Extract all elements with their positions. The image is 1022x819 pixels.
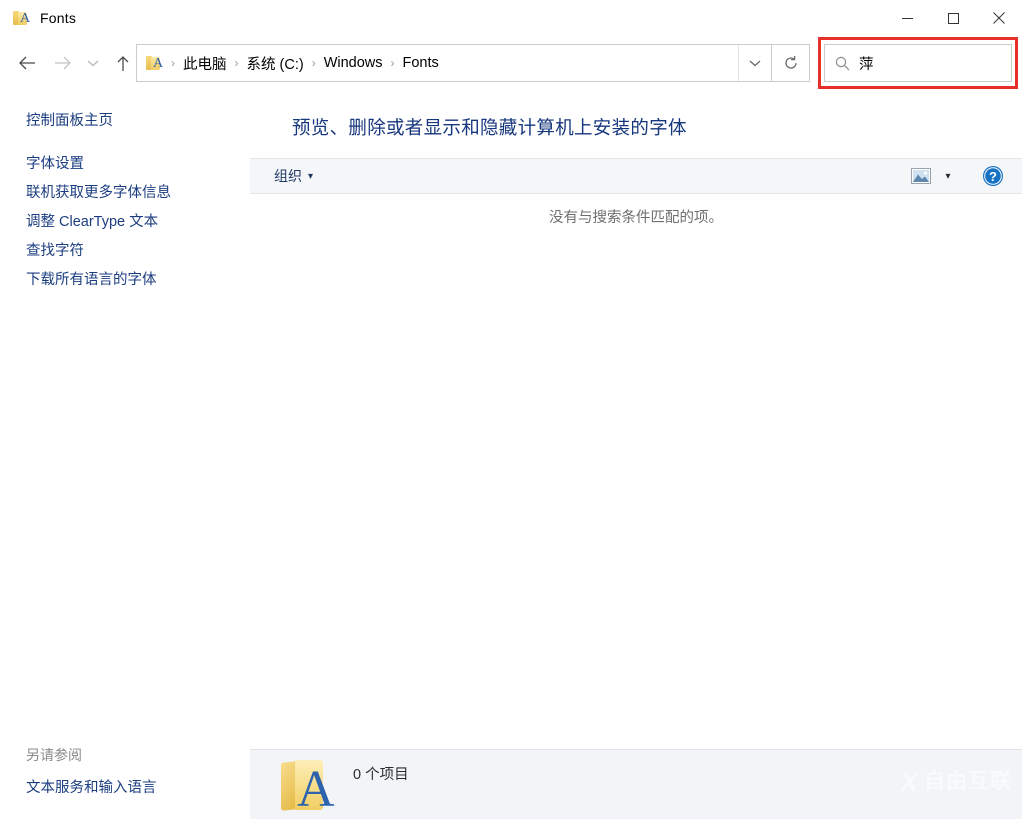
view-options-caret-button[interactable]: ▾: [938, 163, 958, 189]
item-count-text: 0 个项目: [353, 763, 409, 784]
fonts-folder-large-icon: A: [279, 756, 339, 814]
organize-label: 组织: [274, 166, 302, 186]
organize-button[interactable]: 组织 ▾: [267, 162, 320, 190]
content-area: 预览、删除或者显示和隐藏计算机上安装的字体 组织 ▾ ▾: [250, 92, 1022, 749]
command-toolbar: 组织 ▾ ▾: [250, 158, 1022, 194]
chevron-down-icon: [749, 59, 761, 67]
watermark-text: 自由互联: [924, 770, 1012, 794]
back-button[interactable]: [12, 46, 42, 80]
address-bar[interactable]: A › 此电脑 › 系统 (C:) › Windows › Fonts: [136, 44, 772, 82]
see-also-title: 另请参阅: [26, 745, 236, 765]
forward-arrow-icon: [54, 55, 72, 71]
refresh-icon: [783, 55, 799, 71]
minimize-button[interactable]: [884, 0, 930, 36]
chevron-down-icon: ▾: [308, 171, 313, 182]
sidebar-item-find-a-character[interactable]: 查找字符: [26, 242, 84, 261]
recent-locations-button[interactable]: [82, 46, 104, 80]
empty-results-message: 没有与搜索条件匹配的项。: [250, 206, 1022, 227]
toolbar-right-group: ▾ ?: [906, 162, 1022, 190]
help-question-icon: ?: [982, 165, 1004, 187]
breadcrumb-separator: ›: [232, 56, 242, 70]
maximize-icon: [948, 13, 959, 24]
sidebar-item-adjust-cleartype-text[interactable]: 调整 ClearType 文本: [26, 213, 158, 232]
explorer-window: A Fonts: [0, 0, 1022, 819]
title-bar: A Fonts: [0, 0, 1022, 36]
breadcrumb-item-this-pc[interactable]: 此电脑: [178, 50, 232, 77]
page-title: 预览、删除或者显示和隐藏计算机上安装的字体: [250, 92, 1022, 142]
svg-text:?: ?: [989, 169, 997, 184]
window-controls: [884, 0, 1022, 36]
breadcrumb-separator: ›: [388, 56, 398, 70]
breadcrumb: A › 此电脑 › 系统 (C:) › Windows › Fonts: [137, 50, 738, 77]
refresh-button[interactable]: [772, 44, 810, 82]
help-button[interactable]: ?: [978, 162, 1008, 190]
breadcrumb-separator: ›: [309, 56, 319, 70]
up-arrow-icon: [115, 55, 131, 72]
watermark: X 自由互联: [901, 769, 1012, 795]
breadcrumb-separator: ›: [168, 56, 178, 70]
breadcrumb-fonts-folder-icon: A: [146, 55, 164, 71]
chevron-down-icon: ▾: [945, 171, 950, 182]
preview-pane-button[interactable]: [906, 163, 936, 189]
status-bar: A 0 个项目 X 自由互联: [250, 749, 1022, 819]
close-icon: [993, 12, 1005, 24]
forward-button[interactable]: [48, 46, 78, 80]
sidebar-item-font-settings[interactable]: 字体设置: [26, 155, 84, 174]
sidebar-item-control-panel-home[interactable]: 控制面板主页: [26, 109, 113, 130]
up-button[interactable]: [108, 46, 138, 80]
sidebar-item-download-fonts-all-languages[interactable]: 下载所有语言的字体: [26, 271, 157, 290]
search-magnifier-icon: [825, 56, 859, 71]
search-input[interactable]: [859, 46, 1022, 80]
preview-pane-icon: [911, 168, 931, 184]
see-also-section: 另请参阅 文本服务和输入语言: [26, 745, 236, 798]
sidebar-link-list: 字体设置 联机获取更多字体信息 调整 ClearType 文本 查找字符 下载所…: [26, 155, 250, 290]
address-dropdown-button[interactable]: [739, 45, 771, 81]
back-arrow-icon: [18, 55, 36, 71]
minimize-icon: [902, 13, 913, 24]
see-also-item-text-services-and-input-languages[interactable]: 文本服务和输入语言: [26, 779, 157, 798]
watermark-logo: X: [901, 769, 918, 795]
search-box[interactable]: [824, 44, 1012, 82]
breadcrumb-item-fonts[interactable]: Fonts: [398, 52, 444, 74]
breadcrumb-item-system-c[interactable]: 系统 (C:): [242, 50, 309, 77]
title-bar-left: A Fonts: [0, 10, 76, 26]
close-button[interactable]: [976, 0, 1022, 36]
left-pane: 控制面板主页 字体设置 联机获取更多字体信息 调整 ClearType 文本 查…: [0, 92, 250, 819]
breadcrumb-item-windows[interactable]: Windows: [319, 52, 388, 74]
maximize-button[interactable]: [930, 0, 976, 36]
fonts-folder-icon: A: [13, 10, 31, 26]
window-title: Fonts: [40, 10, 76, 26]
chevron-down-icon: [87, 59, 99, 67]
sidebar-item-get-more-fonts-online[interactable]: 联机获取更多字体信息: [26, 184, 171, 203]
